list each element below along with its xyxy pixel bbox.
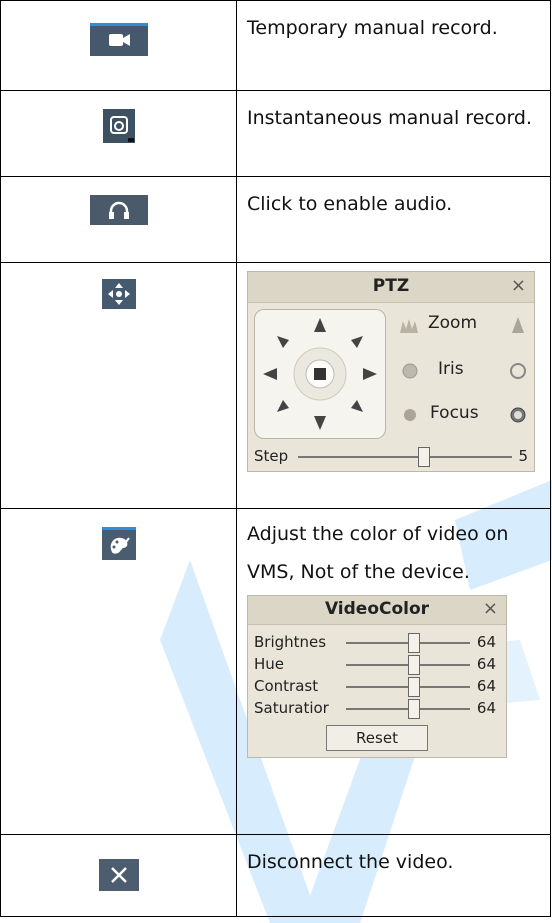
icon-cell xyxy=(0,262,237,509)
arrow-downleft-icon xyxy=(277,400,289,412)
ptz-cell: PTZ × Zoom Iris Focus Step 5 xyxy=(236,262,551,509)
iris-row: Iris xyxy=(398,359,534,383)
arrow-left-icon xyxy=(263,368,277,380)
zoom-row: Zoom xyxy=(398,313,534,337)
videocolor-panel: VideoColor × Brightnes 64 Hue 64 Contras… xyxy=(247,595,507,758)
videocolor-sliders: Brightnes 64 Hue 64 Contrast 64 Saturati… xyxy=(248,625,506,721)
icon-cell xyxy=(0,90,237,177)
step-slider-row: Step 5 xyxy=(248,443,534,471)
step-label: Step xyxy=(254,447,289,465)
icon-description-table: Temporary manual record. Instantaneous m… xyxy=(0,0,551,917)
ptz-title-bar: PTZ × xyxy=(248,272,534,303)
slider-handle[interactable] xyxy=(408,677,420,697)
zoom-out-icon[interactable] xyxy=(398,315,420,335)
slider-value: 64 xyxy=(476,677,496,695)
focus-row: Focus xyxy=(398,403,534,427)
slider-value: 64 xyxy=(476,699,496,717)
slider-label: Saturatior xyxy=(254,699,329,717)
contrast-row: Contrast 64 xyxy=(248,675,506,697)
slider-value: 64 xyxy=(476,633,496,651)
video-camera-icon[interactable] xyxy=(89,23,148,56)
arrow-up-icon xyxy=(314,318,326,332)
close-icon[interactable] xyxy=(98,859,139,891)
slider-handle[interactable] xyxy=(408,655,420,675)
iris-open-icon[interactable] xyxy=(508,361,528,381)
zoom-label: Zoom xyxy=(428,313,478,333)
videocolor-title: VideoColor xyxy=(324,599,430,619)
stop-button xyxy=(314,368,326,380)
headphones-icon[interactable] xyxy=(89,195,148,225)
videocolor-title-bar: VideoColor × xyxy=(248,596,506,625)
slider-handle[interactable] xyxy=(408,633,420,653)
table-row: Adjust the color of video on VMS, Not of… xyxy=(0,508,551,835)
hue-row: Hue 64 xyxy=(248,653,506,675)
palette-icon[interactable] xyxy=(101,527,136,560)
step-value: 5 xyxy=(518,447,528,465)
arrow-upleft-icon xyxy=(277,336,289,348)
zoom-in-icon[interactable] xyxy=(510,315,526,335)
ptz-move-icon[interactable] xyxy=(101,279,136,309)
videocolor-cell: Adjust the color of video on VMS, Not of… xyxy=(236,508,551,835)
icon-cell xyxy=(0,0,237,91)
table-row: Temporary manual record. xyxy=(0,0,551,91)
ptz-panel: PTZ × Zoom Iris Focus Step 5 xyxy=(247,271,535,472)
description-cell: Instantaneous manual record. xyxy=(236,90,551,177)
icon-cell xyxy=(0,508,237,835)
table-row: Click to enable audio. xyxy=(0,176,551,263)
step-slider-handle[interactable] xyxy=(418,447,430,467)
slider-label: Brightnes xyxy=(254,633,327,651)
slider-label: Contrast xyxy=(254,677,319,695)
slider-value: 64 xyxy=(476,655,496,673)
arrow-right-icon xyxy=(363,368,377,380)
brightness-row: Brightnes 64 xyxy=(248,631,506,653)
slider-handle[interactable] xyxy=(408,699,420,719)
description-cell: Temporary manual record. xyxy=(236,0,551,91)
arrow-down-icon xyxy=(314,416,326,430)
table-row: PTZ × Zoom Iris Focus Step 5 xyxy=(0,262,551,509)
ptz-body: Zoom Iris Focus xyxy=(248,303,534,443)
icon-cell xyxy=(0,176,237,263)
close-icon[interactable]: × xyxy=(511,275,526,296)
direction-pad xyxy=(254,309,386,439)
table-row: Instantaneous manual record. xyxy=(0,90,551,177)
step-slider-track[interactable] xyxy=(298,456,512,458)
focus-far-icon[interactable] xyxy=(508,405,528,425)
saturation-row: Saturatior 64 xyxy=(248,697,506,719)
arrow-downright-icon xyxy=(351,400,363,412)
ptz-title: PTZ xyxy=(372,276,410,296)
reset-button[interactable]: Reset xyxy=(326,725,428,751)
icon-cell xyxy=(0,834,237,917)
close-icon[interactable]: × xyxy=(483,598,498,619)
description-cell: Click to enable audio. xyxy=(236,176,551,263)
focus-near-icon[interactable] xyxy=(400,405,420,425)
focus-label: Focus xyxy=(430,403,479,423)
arrow-upright-icon xyxy=(351,336,363,348)
table-row: Disconnect the video. xyxy=(0,834,551,917)
snapshot-icon[interactable] xyxy=(102,109,135,143)
iris-close-icon[interactable] xyxy=(400,361,420,381)
slider-label: Hue xyxy=(254,655,285,673)
description-cell: Disconnect the video. xyxy=(236,834,551,917)
description-cell: Adjust the color of video on VMS, Not of… xyxy=(247,523,509,583)
